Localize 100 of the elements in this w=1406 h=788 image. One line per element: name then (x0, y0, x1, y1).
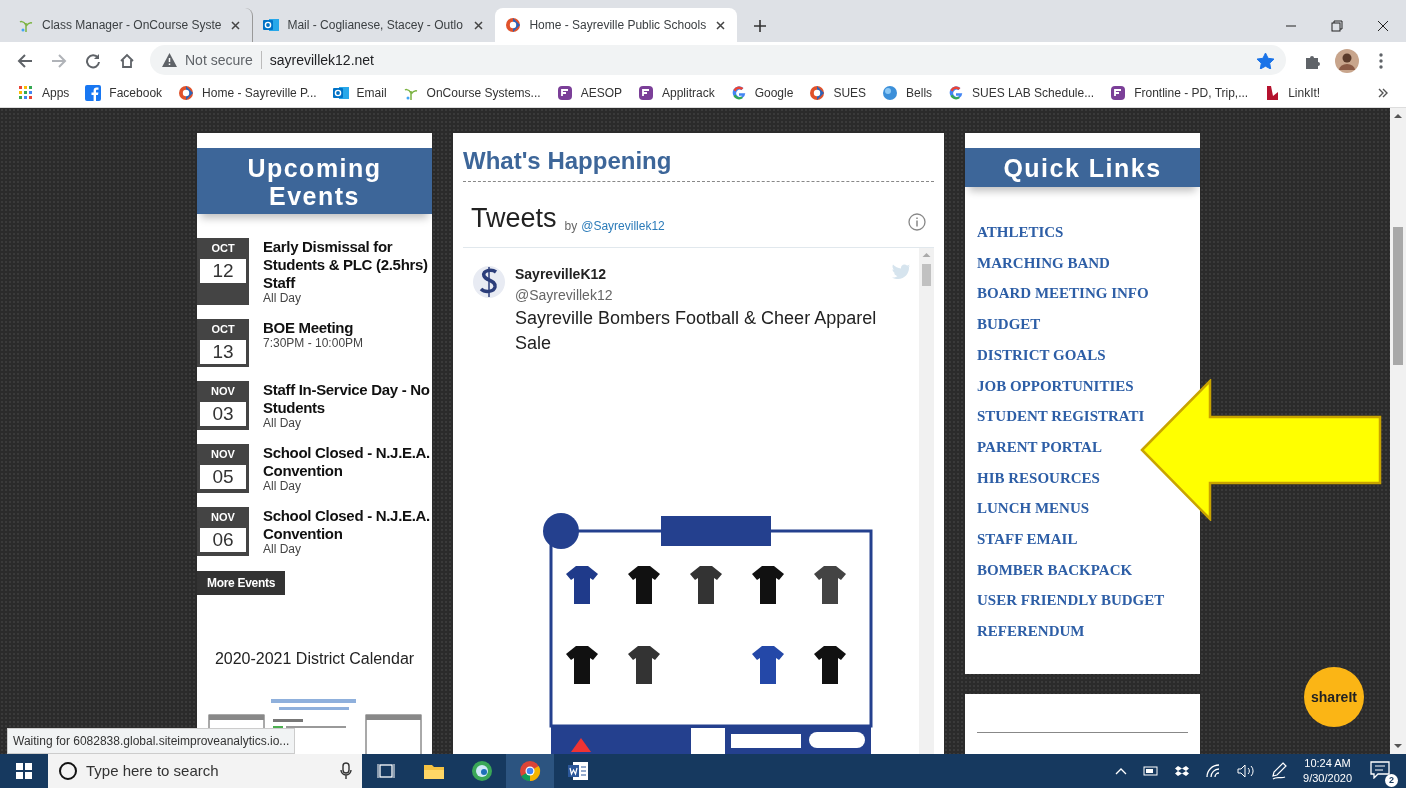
logo-icon (471, 263, 507, 300)
speaker-icon[interactable] (1237, 764, 1256, 778)
warning-icon (162, 53, 177, 67)
close-icon (231, 21, 241, 31)
info-icon[interactable] (908, 212, 926, 231)
forward-arrow-icon (51, 53, 67, 69)
bookmark[interactable]: OnCourse Systems... (402, 83, 541, 102)
bookmark[interactable]: Applitrack (638, 83, 715, 102)
url-text: sayrevillek12.net (269, 50, 374, 70)
account-handle: @Sayrevillek12 (515, 285, 614, 305)
quick-link[interactable]: MARCHING BAND (977, 247, 1110, 279)
calendar-title: 2020-2021 District Calendar (213, 649, 416, 669)
event-time: All Day (263, 417, 302, 430)
date-badge: NOV 03 (197, 381, 249, 430)
mail-icon (263, 17, 280, 33)
bookmark[interactable]: AESOP (556, 83, 622, 102)
bookmark[interactable]: SUES (809, 83, 867, 102)
bookmark[interactable]: Email (332, 83, 387, 102)
address-bar[interactable]: Not secure sayrevillek12.net (150, 45, 1286, 75)
chrome-icon (519, 760, 541, 782)
logo-icon (505, 17, 522, 33)
by-label: by (564, 217, 578, 235)
quick-link[interactable]: HIB RESOURCES (977, 462, 1100, 494)
bookmark[interactable]: Home - Sayreville P... (178, 83, 317, 102)
tab-title: Mail - Coglianese, Stacey - Outlo (287, 17, 464, 34)
share-button[interactable]: shareIt (1304, 667, 1364, 727)
clock[interactable]: 10:24 AM 9/30/2020 (1303, 756, 1352, 786)
quick-link[interactable]: PARENT PORTAL (977, 431, 1102, 463)
section-heading: Upcoming Events (197, 148, 432, 214)
date-badge: OCT 13 (197, 319, 249, 367)
wifi-icon[interactable] (1205, 764, 1222, 778)
document-icon (567, 761, 589, 781)
quick-link[interactable]: BUDGET (977, 309, 1041, 340)
folder-icon (423, 762, 445, 780)
microphone-icon[interactable] (340, 762, 352, 780)
dropbox-icon[interactable] (1175, 765, 1190, 777)
quick-link[interactable]: ATHLETICS (977, 217, 1064, 248)
tab-title: Class Manager - OnCourse Syste (42, 17, 222, 34)
browser-tab[interactable]: Home - Sayreville Public Schools (495, 8, 738, 42)
globe-icon (882, 84, 899, 101)
close-icon (716, 21, 726, 31)
reload-icon (85, 53, 101, 69)
bookmark[interactable]: Bells (882, 83, 933, 102)
quick-link[interactable]: BOARD MEETING INFO (977, 278, 1149, 310)
handle-link[interactable]: @Sayrevillek12 (581, 216, 665, 239)
event-title[interactable]: BOE Meeting (263, 319, 364, 337)
quick-link[interactable]: USER FRIENDLY BUDGET (977, 585, 1165, 617)
double-chevron-icon (1378, 88, 1388, 99)
windows-icon (16, 763, 32, 779)
date-badge: OCT 12 (197, 238, 249, 305)
plus-icon (753, 18, 768, 33)
event-title[interactable]: School Closed - N.J.E.A. Convention (263, 444, 431, 480)
restore-icon (1331, 19, 1343, 32)
facebook-icon (85, 84, 102, 101)
quick-link[interactable]: DISTRICT GOALS (977, 339, 1106, 371)
account-name: SayrevilleK12 (515, 264, 607, 284)
browser-tab[interactable]: Mail - Coglianese, Stacey - Outlo (253, 8, 496, 42)
quick-link[interactable]: LUNCH MENUS (977, 493, 1090, 525)
google-icon (730, 84, 747, 101)
google-icon (948, 84, 965, 101)
logo-icon (809, 84, 826, 101)
notification-icon (1370, 760, 1390, 779)
date-badge: NOV 05 (197, 444, 249, 493)
grid-icon (18, 84, 34, 101)
quick-link[interactable]: REFERENDUM (977, 616, 1085, 647)
more-events-button[interactable]: More Events (197, 571, 286, 595)
quick-link[interactable]: STAFF EMAIL (977, 524, 1078, 555)
avatar-icon (1335, 49, 1359, 73)
quick-link[interactable]: BOMBER BACKPACK (977, 554, 1133, 586)
tweet-text: Sayreville Bombers Football & Cheer Apparel Sale (515, 306, 878, 355)
bookmark[interactable]: Frontline - PD, Trip,... (1110, 83, 1249, 102)
chevron-up-icon[interactable] (1115, 767, 1128, 775)
event-title[interactable]: School Closed - N.J.E.A. Convention (263, 507, 431, 543)
event-time: All Day (263, 543, 302, 556)
bookmark[interactable]: Apps (18, 83, 70, 102)
star-icon[interactable] (1257, 52, 1274, 69)
pen-icon[interactable] (1271, 762, 1288, 780)
bookmark[interactable]: Facebook (85, 83, 163, 102)
security-label: Not secure (185, 50, 253, 70)
frontline-icon (556, 84, 573, 101)
event-time: 7:30PM - 10:00PM (263, 337, 364, 350)
bird-icon (892, 263, 910, 279)
notification-button[interactable]: 2 (1368, 755, 1398, 787)
bookmark[interactable]: SUES LAB Schedule... (948, 83, 1095, 102)
browser-icon (471, 760, 493, 782)
bookmark[interactable]: LinkIt! (1264, 83, 1321, 102)
search-field[interactable]: Type here to search (48, 754, 362, 788)
battery-icon[interactable] (1143, 766, 1160, 776)
date-badge: NOV 06 (197, 507, 249, 556)
frontline-icon (1110, 84, 1127, 101)
frontline-icon (638, 84, 654, 101)
home-icon (119, 53, 135, 69)
close-icon (474, 21, 484, 31)
quick-link[interactable]: STUDENT REGISTRATI (977, 401, 1145, 432)
quick-link[interactable]: JOB OPPORTUNITIES (977, 370, 1134, 402)
tweets-heading: Tweets (471, 202, 557, 235)
ribbon-icon (1264, 84, 1281, 101)
event-title[interactable]: Early Dismissal for Students & PLC (2.5hrs) Staff (263, 238, 431, 292)
bookmark[interactable]: Google (730, 83, 794, 102)
event-title[interactable]: Staff In-Service Day - No Students (263, 381, 431, 417)
